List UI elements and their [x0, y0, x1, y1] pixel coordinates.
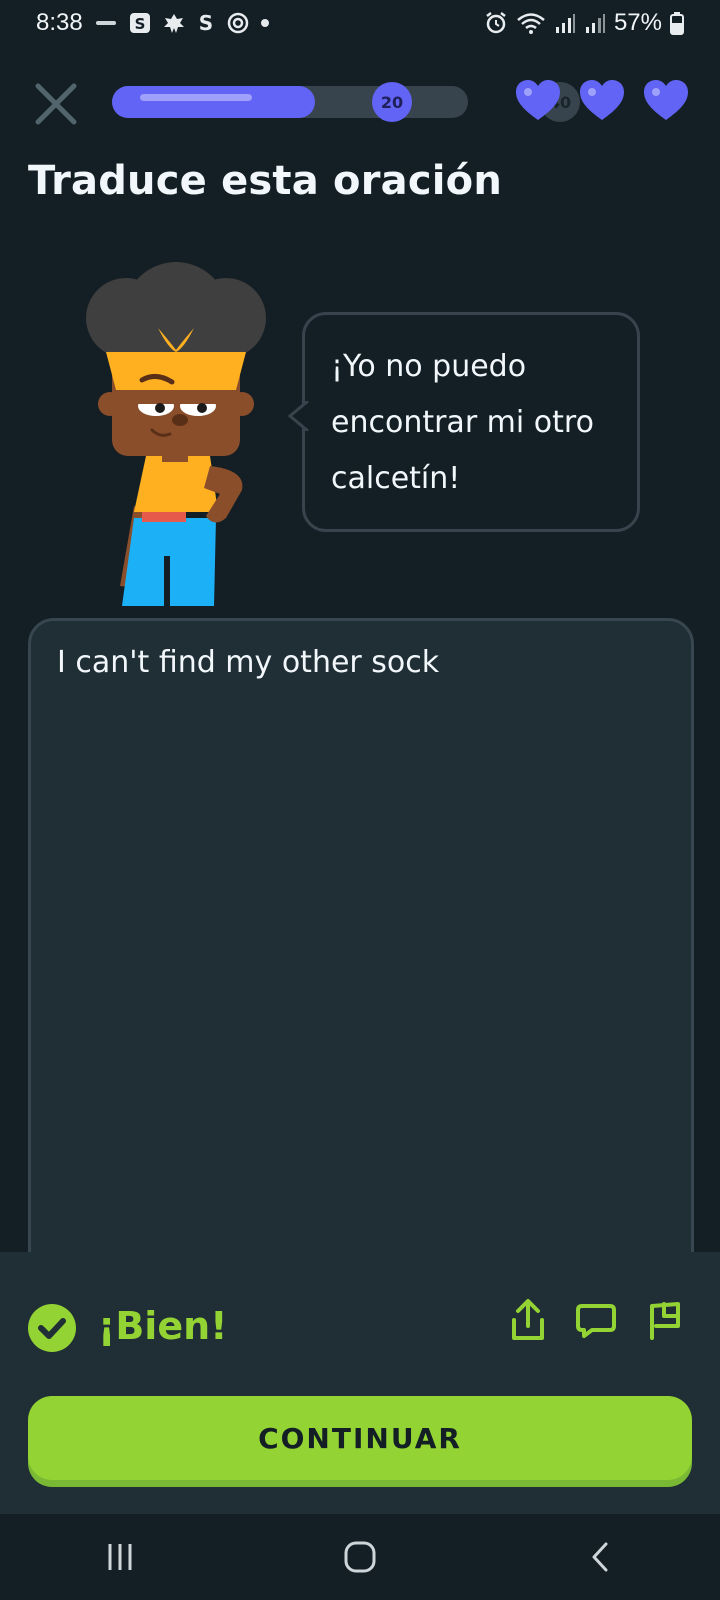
answer-text: I can't find my other sock	[57, 645, 440, 680]
speech-line: calcetín!	[331, 461, 461, 496]
recent-apps-icon	[108, 1544, 132, 1570]
lesson-progress-bar: 20 40	[112, 82, 580, 122]
battery-percent: 57%	[613, 9, 662, 36]
signal-icon	[554, 12, 576, 34]
comment-icon[interactable]	[576, 1298, 616, 1342]
s-app-icon: S	[129, 12, 151, 34]
battery-icon	[670, 11, 684, 35]
target-icon	[227, 12, 249, 34]
speech-line: ¡Yo no puedo	[331, 349, 527, 384]
status-right: 57%	[484, 9, 684, 37]
system-nav-bar	[0, 1514, 720, 1600]
heart-icon	[644, 80, 688, 120]
status-left: 8:38 S S	[36, 9, 269, 37]
lesson-header: 20 40	[0, 68, 720, 134]
home-icon	[344, 1541, 376, 1573]
speech-line: encontrar mi otro	[331, 405, 594, 440]
character-illustration	[86, 262, 266, 606]
feedback-label: ¡Bien!	[98, 1304, 228, 1348]
flag-icon[interactable]	[644, 1298, 684, 1342]
progress-shine	[140, 94, 252, 101]
heart-icon	[516, 80, 560, 120]
home-button[interactable]	[330, 1527, 390, 1587]
back-button[interactable]	[570, 1527, 630, 1587]
svg-text:S: S	[199, 12, 213, 34]
feedback-actions	[508, 1298, 684, 1342]
feedback-panel: ¡Bien! CONTINUAR	[0, 1252, 720, 1514]
share-icon[interactable]	[508, 1298, 548, 1342]
wifi-icon	[516, 11, 546, 35]
close-icon	[35, 83, 77, 125]
hearts	[514, 78, 690, 122]
back-icon	[592, 1542, 608, 1572]
heart-icon	[580, 80, 624, 120]
progress-fill	[112, 86, 315, 118]
signal-icon	[584, 12, 606, 34]
status-time: 8:38	[36, 9, 83, 36]
progress-milestone-reached: 20	[372, 82, 412, 122]
duolingo-mini-icon	[95, 18, 117, 28]
recent-apps-button[interactable]	[90, 1527, 150, 1587]
dot-icon	[260, 19, 269, 27]
status-bar: 8:38 S S 57%	[0, 0, 720, 46]
svg-text:S: S	[134, 15, 145, 33]
close-button[interactable]	[30, 78, 82, 130]
speech-bubble[interactable]: ¡Yo no puedo encontrar mi otro calcetín!	[288, 312, 640, 532]
check-circle-icon	[28, 1304, 76, 1352]
leaf-icon	[163, 12, 185, 34]
speech-bubble-text: ¡Yo no puedo encontrar mi otro calcetín!	[331, 339, 611, 507]
page-title: Traduce esta oración	[28, 158, 503, 204]
s-logo-icon: S	[197, 12, 215, 34]
speech-bubble-tail	[288, 401, 309, 431]
answer-textarea[interactable]: I can't find my other sock	[28, 618, 694, 1338]
alarm-icon	[484, 11, 508, 35]
continue-button[interactable]: CONTINUAR	[28, 1396, 692, 1480]
